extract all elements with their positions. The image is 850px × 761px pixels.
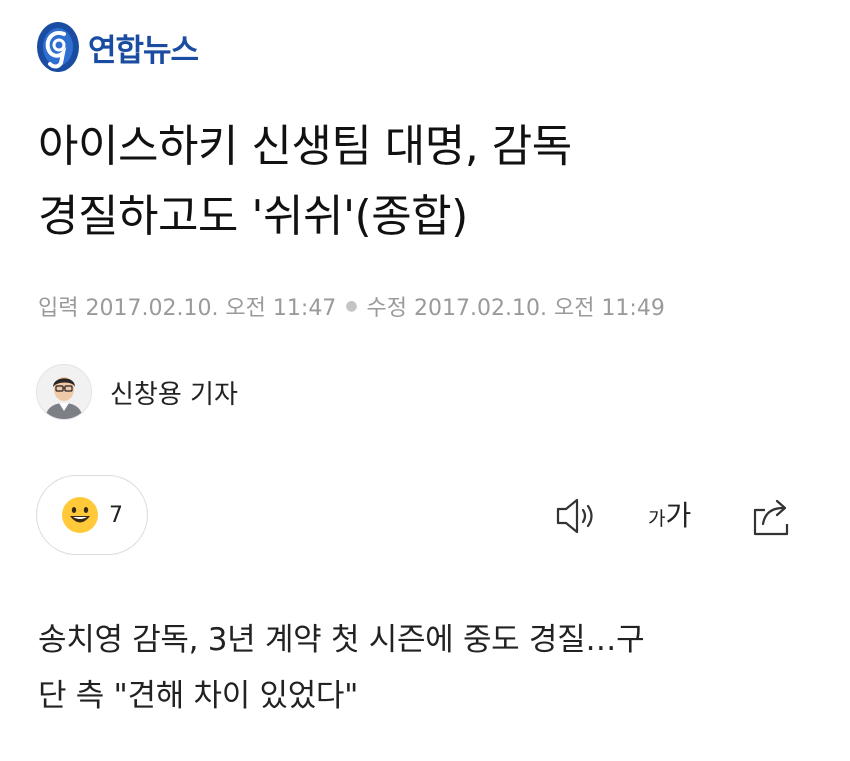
brand-name: 연합뉴스 — [88, 32, 199, 69]
font-large-glyph: 가 — [665, 499, 692, 532]
font-size-button[interactable]: 가가 — [648, 494, 691, 534]
reporter-name[interactable]: 신창용 기자 — [110, 374, 238, 411]
yonhap-logo[interactable]: 연합뉴스 — [34, 20, 199, 74]
input-label: 입력 — [38, 296, 79, 321]
reporter-info[interactable]: 신창용 기자 — [36, 364, 238, 420]
article-summary: 송치영 감독, 3년 계약 첫 시즌에 중도 경질…구 단 측 "견해 차이 있… — [38, 612, 828, 724]
text-to-speech-button[interactable] — [552, 492, 600, 544]
reaction-count: 7 — [109, 502, 123, 528]
share-button[interactable] — [749, 492, 797, 544]
article-title: 아이스하키 신생팀 대명, 감독 경질하고도 '쉬쉬'(종합) — [38, 112, 828, 252]
article-dates: 입력 2017.02.10. 오전 11:47 ● 수정 2017.02.10.… — [38, 290, 665, 322]
reporter-avatar[interactable] — [36, 364, 92, 420]
date-separator-dot: ● — [345, 298, 358, 314]
title-line-1: 아이스하키 신생팀 대명, 감독 — [38, 121, 572, 172]
summary-line-1: 송치영 감독, 3년 계약 첫 시즌에 중도 경질…구 — [38, 622, 645, 658]
speaker-icon — [556, 498, 593, 534]
title-line-2: 경질하고도 '쉬쉬'(종합) — [38, 191, 468, 242]
smiley-face-icon — [62, 497, 98, 533]
reporter-photo-icon — [37, 365, 91, 419]
yonhap-logo-icon — [37, 22, 79, 72]
input-time: 2017.02.10. 오전 11:47 — [85, 296, 337, 321]
summary-line-2: 단 측 "견해 차이 있었다" — [38, 678, 359, 714]
edit-label: 수정 — [366, 296, 408, 321]
share-icon — [753, 499, 789, 536]
reaction-button[interactable]: 7 — [36, 475, 148, 555]
edit-time: 2017.02.10. 오전 11:49 — [414, 296, 665, 321]
font-small-glyph: 가 — [648, 508, 666, 530]
